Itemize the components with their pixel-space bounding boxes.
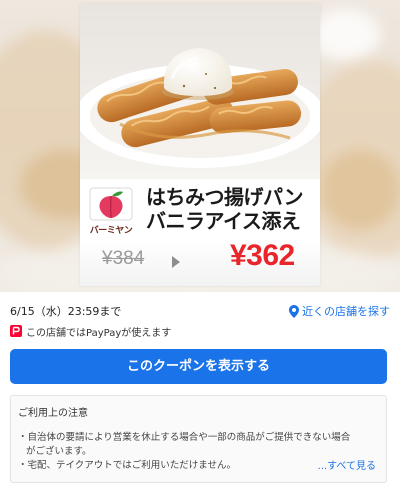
product-title-line2: バニラアイス添え xyxy=(146,209,301,233)
arrow-right-icon xyxy=(172,256,180,268)
show-coupon-button[interactable]: このクーポンを表示する xyxy=(10,349,387,384)
coupon-hero: バーミヤン はちみつ揚げパン バニラアイス添え ¥384 ¥362 xyxy=(0,0,400,292)
brand-logo-text: バーミヤン xyxy=(89,226,133,236)
notice-line: ・自治体の要請により営業を休止する場合や一部の商品がご提供できない場合 xyxy=(18,432,351,443)
notice-box: ご利用上の注意 ・自治体の要請により営業を休止する場合や一部の商品がご提供できな… xyxy=(10,395,387,483)
old-price: ¥384 xyxy=(102,248,145,269)
new-price: ¥362 xyxy=(230,239,295,272)
paypay-text: この店舗ではPayPayが使えます xyxy=(26,327,172,339)
notice-title: ご利用上の注意 xyxy=(18,408,88,419)
deadline-row: 6/15（水）23:59まで 近くの店舗を探す xyxy=(10,303,390,321)
coupon-card: バーミヤン はちみつ揚げパン バニラアイス添え ¥384 ¥362 xyxy=(80,4,320,286)
deadline-text: 6/15（水）23:59まで xyxy=(10,305,122,318)
notice-line: ・宅配、テイクアウトではご利用いただけません。 xyxy=(18,460,237,471)
food-photo xyxy=(80,4,320,179)
paypay-icon xyxy=(10,325,22,337)
find-nearby-store-link[interactable]: 近くの店舗を探す xyxy=(289,303,390,319)
notice-line: がございます。 xyxy=(26,446,92,457)
product-title-line1: はちみつ揚げパン xyxy=(146,185,304,209)
see-all-link[interactable]: ...すべて見る xyxy=(318,457,376,472)
map-pin-icon xyxy=(289,304,299,318)
paypay-row: この店舗ではPayPayが使えます xyxy=(10,323,390,339)
product-title: はちみつ揚げパン バニラアイス添え xyxy=(146,185,316,233)
find-nearby-store-label: 近くの店舗を探す xyxy=(302,305,390,318)
